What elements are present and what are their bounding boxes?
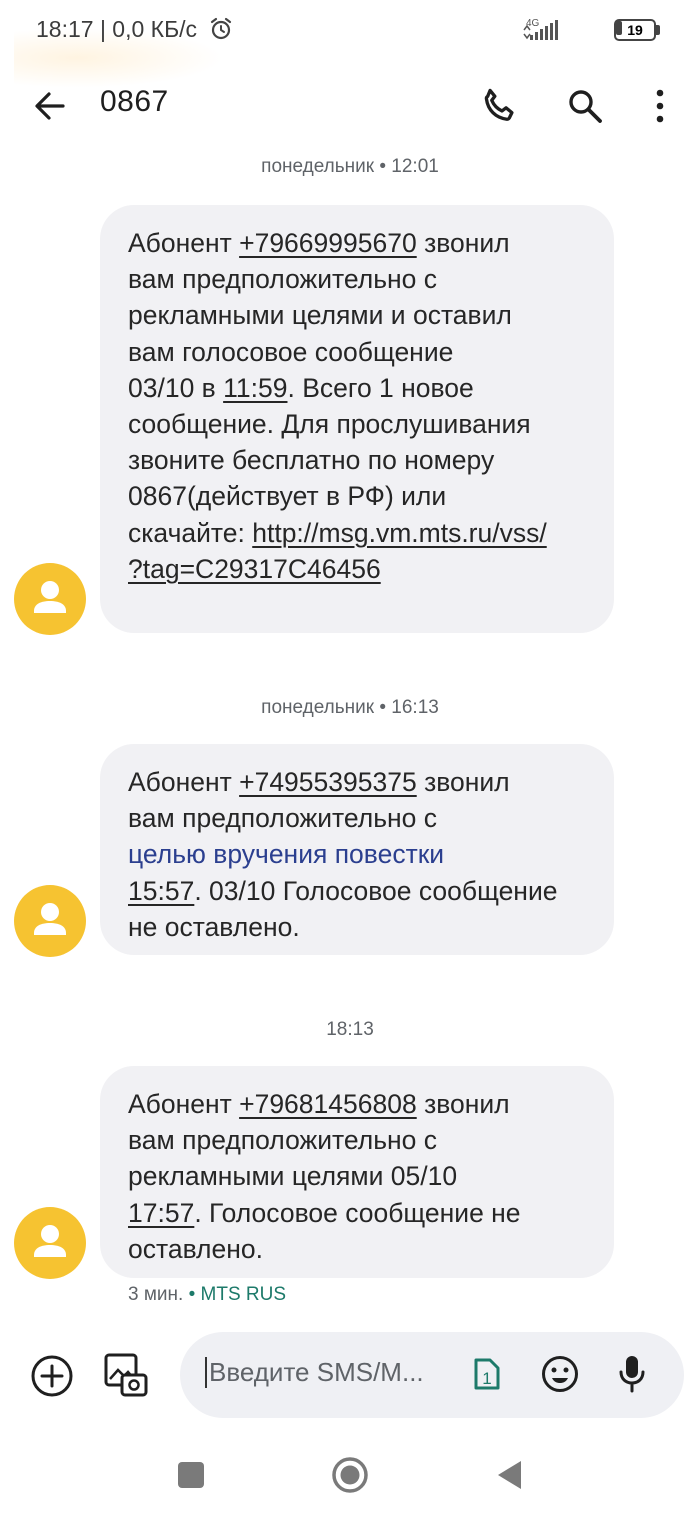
message-link[interactable]: 17:57 — [128, 1198, 194, 1228]
message-link[interactable]: 11:59 — [223, 373, 287, 403]
app-bar: 0867 — [0, 62, 700, 148]
message-meta: 3 мин. • MTS RUS — [128, 1284, 286, 1306]
message-timestamp: понедельник • 16:13 — [261, 697, 439, 718]
conversation-title: 0867 — [100, 85, 169, 118]
system-nav-bar — [0, 1440, 700, 1517]
phone-icon[interactable] — [478, 84, 522, 128]
message-input[interactable]: Введите SMS/M... — [205, 1357, 454, 1388]
message-text-part: Абонент — [128, 1089, 240, 1119]
more-vert-icon[interactable] — [642, 84, 678, 128]
message-link[interactable]: +79681456808 — [239, 1089, 417, 1119]
message-text: Абонент +79681456808 звонил вам предполо… — [128, 1086, 588, 1267]
message-link[interactable]: +79669995670 — [239, 228, 417, 258]
person-icon — [34, 903, 66, 935]
message-bubble[interactable]: Абонент +74955395375 звонил вам предполо… — [100, 744, 614, 955]
message-age: 3 мин. — [128, 1284, 184, 1305]
message-text: Абонент +79669995670 звонил вам предполо… — [128, 225, 588, 587]
message-input-field[interactable]: Введите SMS/M... 1 — [180, 1332, 684, 1418]
message-timestamp: понедельник • 12:01 — [261, 156, 439, 177]
person-icon — [34, 581, 66, 613]
message-text: Абонент +74955395375 звонил вам предполо… — [128, 764, 588, 945]
sim-label: • MTS RUS — [188, 1284, 287, 1305]
emoji-icon[interactable] — [540, 1354, 580, 1394]
alarm-icon — [209, 17, 233, 41]
sender-avatar[interactable] — [14, 885, 86, 957]
message-text-part: Абонент — [128, 767, 240, 797]
battery-percent: 19 — [627, 22, 643, 38]
message-link[interactable]: +74955395375 — [239, 767, 417, 797]
sender-avatar[interactable] — [14, 1207, 86, 1279]
compose-bar: Введите SMS/M... 1 — [0, 1330, 700, 1420]
sender-avatar[interactable] — [14, 563, 86, 635]
search-icon[interactable] — [563, 84, 607, 128]
message-text-part: Абонент — [128, 228, 240, 258]
mic-icon[interactable] — [617, 1352, 647, 1396]
person-icon — [34, 1225, 66, 1257]
status-bar: 18:17 | 0,0 КБ/с 4G 19 — [0, 0, 700, 88]
add-circle-icon[interactable] — [30, 1354, 74, 1398]
home-circle-icon[interactable] — [331, 1456, 369, 1494]
message-highlight: целью вручения повестки — [128, 839, 445, 870]
sim-card-icon[interactable]: 1 — [472, 1356, 502, 1392]
recents-square-icon[interactable] — [178, 1462, 204, 1488]
message-bubble[interactable]: Абонент +79681456808 звонил вам предполо… — [100, 1066, 614, 1278]
message-bubble[interactable]: Абонент +79669995670 звонил вам предполо… — [100, 205, 614, 633]
battery-icon: 19 — [614, 19, 660, 41]
back-triangle-icon[interactable] — [494, 1458, 524, 1492]
message-timestamp: 18:13 — [326, 1019, 374, 1040]
arrow-back-icon[interactable] — [30, 86, 70, 126]
status-time-speed: 18:17 | 0,0 КБ/с — [36, 16, 198, 42]
sim-number: 1 — [482, 1369, 491, 1388]
message-link[interactable]: 15:57 — [128, 876, 194, 906]
signal-4g-icon: 4G — [522, 16, 570, 42]
gallery-camera-icon[interactable] — [103, 1352, 149, 1398]
